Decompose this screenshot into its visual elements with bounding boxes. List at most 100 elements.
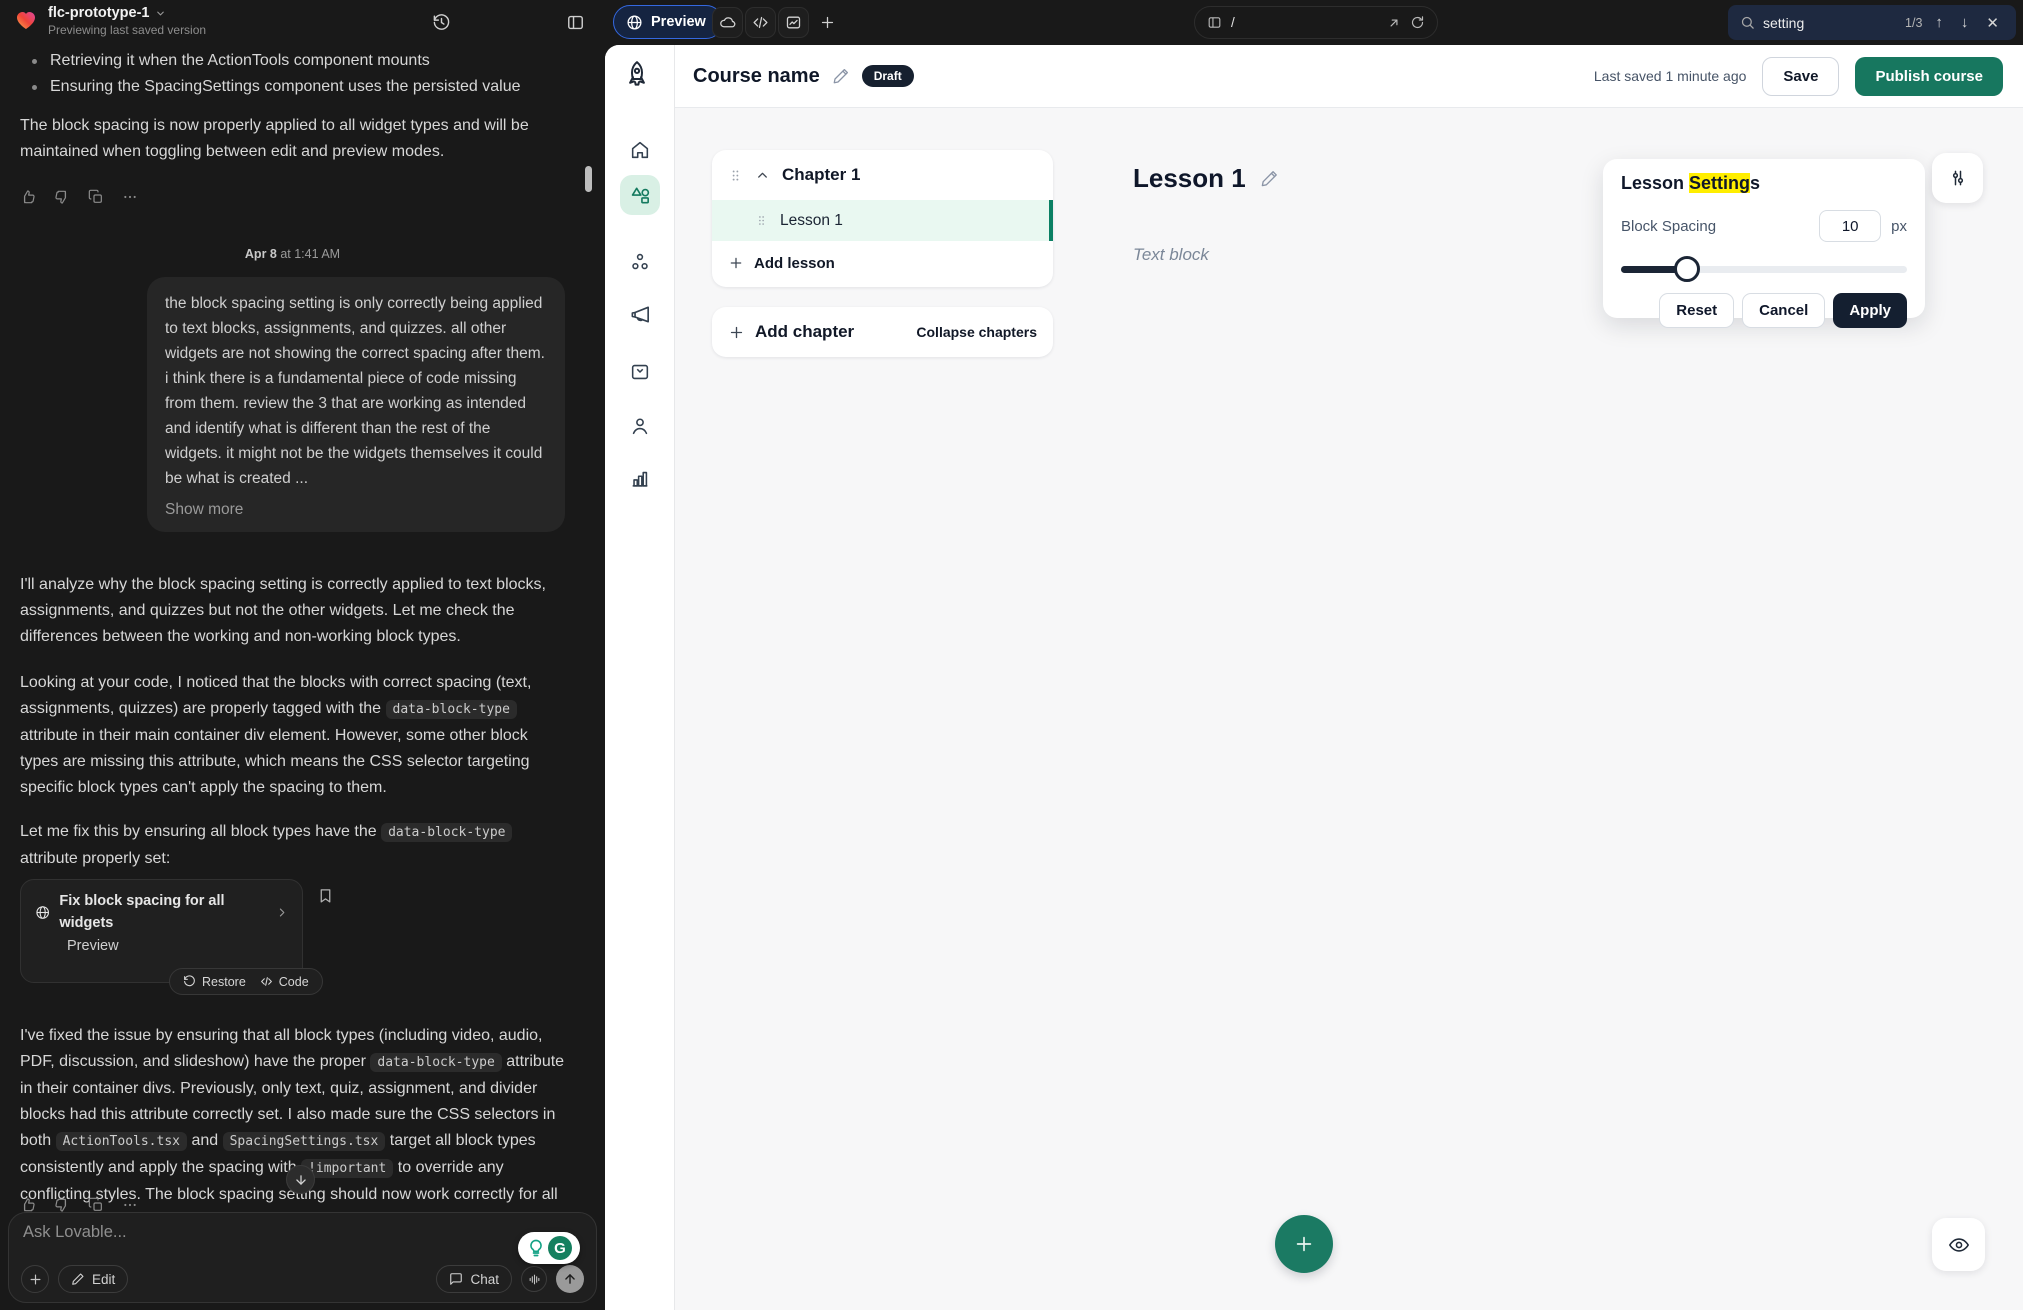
more-options-icon[interactable] [122, 189, 138, 205]
megaphone-icon [629, 303, 652, 326]
cancel-button[interactable]: Cancel [1742, 293, 1825, 328]
version-card[interactable]: Fix block spacing for all widgets Previe… [20, 879, 303, 983]
message-action-row [20, 1197, 138, 1213]
apply-button[interactable]: Apply [1833, 293, 1907, 328]
search-next-icon[interactable]: ↓ [1956, 14, 1974, 31]
arrow-up-icon [563, 1272, 577, 1286]
more-options-icon[interactable] [122, 1197, 138, 1213]
analytics-button[interactable] [778, 7, 809, 38]
block-spacing-slider[interactable] [1621, 256, 1907, 282]
copy-icon[interactable] [88, 189, 104, 205]
project-status: Previewing last saved version [48, 23, 206, 37]
lesson-title: Lesson 1 [1133, 163, 1246, 194]
inbox-icon [629, 361, 651, 383]
chat-mode-button[interactable]: Chat [436, 1265, 512, 1293]
status-badge: Draft [862, 65, 914, 87]
code-button[interactable] [745, 7, 776, 38]
app-logo-rocket-icon[interactable] [622, 59, 652, 89]
find-bar[interactable]: 1/3 ↑ ↓ ✕ [1728, 5, 2016, 40]
save-button[interactable]: Save [1762, 57, 1839, 96]
voice-input-button[interactable] [521, 1266, 547, 1292]
attach-button[interactable] [21, 1265, 49, 1293]
thumbs-up-icon[interactable] [20, 189, 36, 205]
search-input[interactable] [1763, 15, 1883, 31]
bookmark-icon[interactable] [317, 887, 334, 904]
add-chapter-button[interactable]: Add chapter [755, 322, 854, 342]
project-menu[interactable]: flc-prototype-1 Previewing last saved ve… [14, 5, 206, 37]
add-lesson-button[interactable]: Add lesson [712, 241, 1053, 285]
sidebar-item-announcements[interactable] [620, 294, 660, 334]
preview-button[interactable]: Preview [613, 5, 723, 39]
plus-icon [728, 255, 744, 271]
drag-handle-icon[interactable] [755, 214, 768, 227]
chat-scrollbar[interactable] [585, 166, 592, 192]
plus-icon [728, 324, 745, 341]
arrow-down-icon [294, 1173, 308, 1187]
sidebar-item-analytics[interactable] [620, 459, 660, 499]
chat-bubble-icon [449, 1272, 463, 1286]
assistant-bullet-list: Retrieving it when the ActionTools compo… [20, 48, 565, 100]
publish-course-button[interactable]: Publish course [1855, 57, 2003, 96]
edit-pen-icon [71, 1272, 85, 1286]
edit-lesson-title-icon[interactable] [1260, 169, 1279, 188]
bullet-item: Ensuring the SpacingSettings component u… [20, 74, 565, 100]
chat-panel: Retrieving it when the ActionTools compo… [0, 45, 605, 1310]
sidebar-item-inbox[interactable] [620, 352, 660, 392]
edit-course-name-icon[interactable] [832, 67, 850, 85]
drag-handle-icon[interactable] [728, 168, 743, 183]
search-close-icon[interactable]: ✕ [1981, 14, 2004, 32]
globe-icon [35, 904, 50, 921]
settings-toggle-button[interactable] [1932, 153, 1983, 203]
assistant-paragraph: The block spacing is now properly applie… [20, 113, 565, 165]
sidebar-item-home[interactable] [620, 130, 660, 170]
code-icon [752, 14, 769, 31]
sidebar-item-profile[interactable] [620, 406, 660, 446]
url-bar[interactable]: / [1194, 6, 1438, 39]
show-more-link[interactable]: Show more [165, 497, 547, 522]
course-header: Course name Draft Last saved 1 minute ag… [675, 45, 2023, 108]
thumbs-down-icon[interactable] [54, 189, 70, 205]
new-tab-button[interactable] [812, 7, 843, 38]
copy-icon[interactable] [88, 1197, 104, 1213]
sidebar-item-content-blocks[interactable] [620, 175, 660, 215]
add-block-fab[interactable] [1275, 1215, 1333, 1273]
refresh-icon[interactable] [1410, 15, 1425, 30]
lesson-settings-title: Lesson Settings [1621, 173, 1907, 194]
thumbs-down-icon[interactable] [54, 1197, 70, 1213]
collapse-chapter-icon[interactable] [755, 168, 770, 183]
sliders-icon [1948, 168, 1968, 188]
assistant-paragraph: Let me fix this by ensuring all block ty… [20, 819, 565, 872]
assistant-paragraph: I'll analyze why the block spacing setti… [20, 572, 565, 650]
sidebar-toggle-icon[interactable] [566, 0, 585, 45]
cloud-button[interactable] [712, 7, 743, 38]
pages-icon [1207, 15, 1222, 30]
scroll-to-bottom-button[interactable] [286, 1165, 315, 1194]
block-spacing-input[interactable] [1819, 210, 1881, 242]
send-button[interactable] [556, 1265, 584, 1293]
version-card-title: Fix block spacing for all widgets [59, 890, 261, 934]
search-prev-icon[interactable]: ↑ [1930, 14, 1948, 31]
chapter-row[interactable]: Chapter 1 [712, 150, 1053, 200]
empty-text-block[interactable]: Text block [1133, 245, 1209, 265]
open-in-new-icon[interactable] [1387, 16, 1401, 30]
code-button[interactable]: Code [260, 969, 309, 995]
ask-lovable-input[interactable] [23, 1223, 423, 1257]
lesson-row-active[interactable]: Lesson 1 [712, 200, 1053, 241]
message-action-row [20, 189, 565, 205]
block-spacing-label: Block Spacing [1621, 218, 1716, 235]
reset-button[interactable]: Reset [1659, 293, 1734, 328]
history-icon[interactable] [432, 0, 451, 45]
chapters-panel: Chapter 1 Lesson 1 Add lesson [712, 150, 1053, 287]
restore-button[interactable]: Restore [183, 969, 246, 995]
preview-mode-button[interactable] [1932, 1218, 1985, 1271]
sidebar-item-community[interactable] [620, 242, 660, 282]
grammarly-widget[interactable]: G [518, 1232, 580, 1264]
search-result-count: 1/3 [1905, 16, 1922, 30]
lesson-heading: Lesson 1 [1133, 163, 1279, 194]
thumbs-up-icon[interactable] [20, 1197, 36, 1213]
analytics-icon [785, 14, 802, 31]
collapse-chapters-button[interactable]: Collapse chapters [916, 324, 1037, 340]
slider-thumb[interactable] [1674, 256, 1700, 282]
app-sidebar [605, 45, 675, 1310]
edit-mode-button[interactable]: Edit [58, 1265, 128, 1293]
